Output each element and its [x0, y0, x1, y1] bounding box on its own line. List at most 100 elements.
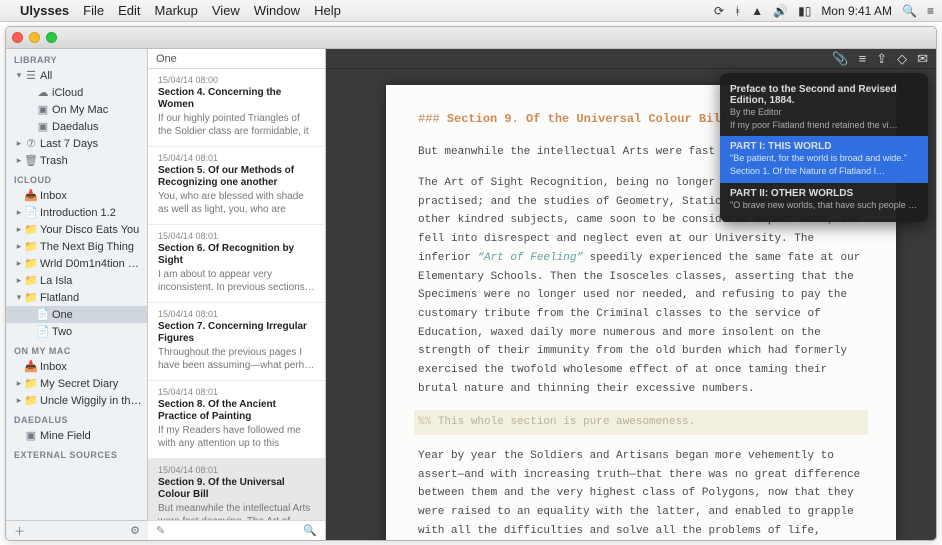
menu-window[interactable]: Window — [254, 3, 300, 18]
folder-icon: ▣ — [36, 120, 50, 133]
sidebar-item-label: iCloud — [52, 87, 143, 99]
popover-item[interactable]: PART II: OTHER WORLDS"O brave new worlds… — [720, 183, 928, 217]
sidebar-item[interactable]: ☁iCloud — [6, 84, 147, 101]
sheet-preview: If my Readers have followed me with any … — [158, 425, 315, 450]
sidebar-item[interactable]: 📄One — [6, 306, 147, 323]
sheet-item[interactable]: 15/04/14 08:01Section 6. Of Recognition … — [148, 225, 325, 303]
sheet-title: Section 8. Of the Ancient Practice of Pa… — [158, 399, 315, 423]
menu-help[interactable]: Help — [314, 3, 341, 18]
sheet-item[interactable]: 15/04/14 08:01Section 9. Of the Universa… — [148, 459, 325, 520]
spotlight-icon[interactable]: 🔍 — [902, 4, 917, 18]
sheet-item[interactable]: 15/04/14 08:01Section 5. Of our Methods … — [148, 147, 325, 225]
disclosure-icon[interactable]: ▸ — [14, 155, 24, 166]
bookmark-icon[interactable]: ◇ — [897, 51, 907, 67]
folder-icon: 📁 — [24, 377, 38, 390]
battery-icon[interactable]: ▮▯ — [798, 4, 811, 18]
notifications-icon[interactable]: ≡ — [927, 4, 934, 18]
disclosure-icon[interactable]: ▸ — [14, 241, 24, 252]
sidebar-item[interactable]: ▸📁The Next Big Thing — [6, 238, 147, 255]
sidebar-item-label: Mine Field — [40, 430, 143, 442]
disclosure-icon[interactable]: ▾ — [14, 292, 24, 303]
add-group-button[interactable]: ＋ — [14, 523, 25, 539]
sidebar-item[interactable]: ▸📁Your Disco Eats You — [6, 221, 147, 238]
popover-item-title: PART II: OTHER WORLDS — [730, 188, 918, 199]
sheet-list-header: One — [148, 49, 325, 69]
app-window: LIBRARY▾☰All☁iCloud▣On My Mac▣Daedalus▸⑦… — [5, 26, 937, 541]
sidebar-section-header: ON MY MAC — [6, 340, 147, 358]
menu-markup[interactable]: Markup — [155, 3, 198, 18]
disclosure-icon[interactable]: ▸ — [14, 138, 24, 149]
disclosure-icon[interactable]: ▸ — [14, 207, 24, 218]
sidebar-item[interactable]: ▸🗑Trash — [6, 152, 147, 169]
editor-pane: 📎 ≡ ⇪ ◇ ✉ ### Section 9. Of the Universa… — [326, 49, 936, 540]
sidebar-item[interactable]: 📄Two — [6, 323, 147, 340]
sidebar-item[interactable]: ▸⑦Last 7 Days — [6, 135, 147, 152]
sheet-date: 15/04/14 08:01 — [158, 387, 315, 397]
sidebar-item-label: Uncle Wiggily in the… — [40, 395, 143, 407]
folder-icon: ⑦ — [24, 137, 38, 150]
navigation-icon[interactable]: ≡ — [859, 51, 867, 66]
sidebar-item[interactable]: ▸📁My Secret Diary — [6, 375, 147, 392]
disclosure-icon[interactable]: ▾ — [14, 70, 24, 81]
popover-item[interactable]: Preface to the Second and Revised Editio… — [720, 79, 928, 136]
sidebar-item-label: Inbox — [40, 190, 143, 202]
sidebar-item[interactable]: ▸📁Wrld D0m1n4tion Blog — [6, 255, 147, 272]
sheet-date: 15/04/14 08:01 — [158, 153, 315, 163]
sidebar-item[interactable]: ▸📄Introduction 1.2 — [6, 204, 147, 221]
sidebar-item[interactable]: ▸📁La Isla — [6, 272, 147, 289]
sheet-item[interactable]: 15/04/14 08:01 Section 8. Of the Ancient … — [148, 381, 325, 459]
sidebar-item-label: Introduction 1.2 — [40, 207, 143, 219]
folder-icon: ▣ — [36, 103, 50, 116]
sidebar-item-label: Two — [52, 326, 143, 338]
sheet-date: 15/04/14 08:00 — [158, 75, 315, 85]
disclosure-icon[interactable]: ▸ — [14, 395, 24, 406]
menu-file[interactable]: File — [83, 3, 104, 18]
sidebar-item[interactable]: ▣Daedalus — [6, 118, 147, 135]
menu-edit[interactable]: Edit — [118, 3, 140, 18]
sidebar-item[interactable]: 📥Inbox — [6, 358, 147, 375]
attachments-icon[interactable]: 📎 — [832, 51, 848, 67]
bluetooth-icon[interactable]: ᚼ — [734, 4, 741, 18]
sidebar-item[interactable]: ▸📁Uncle Wiggily in the… — [6, 392, 147, 409]
disclosure-icon[interactable]: ▸ — [14, 258, 24, 269]
sidebar-item-label: Inbox — [40, 361, 143, 373]
sidebar-item-label: One — [52, 309, 143, 321]
disclosure-icon[interactable]: ▸ — [14, 275, 24, 286]
sidebar-item-label: On My Mac — [52, 104, 143, 116]
sidebar-settings-icon[interactable]: ⚙ — [130, 524, 140, 537]
sidebar-section-header: EXTERNAL SOURCES — [6, 444, 147, 462]
export-icon[interactable]: ✉ — [917, 51, 928, 67]
volume-icon[interactable]: 🔊 — [773, 4, 788, 18]
menu-view[interactable]: View — [212, 3, 240, 18]
sidebar-item-label: Flatland — [40, 292, 143, 304]
zoom-window-button[interactable] — [46, 32, 57, 43]
folder-icon: 📄 — [36, 308, 50, 321]
new-sheet-button[interactable]: ✎ — [156, 524, 165, 537]
sidebar-section-header: ICLOUD — [6, 169, 147, 187]
sidebar-item[interactable]: ▾📁Flatland — [6, 289, 147, 306]
sheet-list: One 15/04/14 08:00Section 4. Concerning … — [148, 49, 326, 540]
share-icon[interactable]: ⇪ — [876, 51, 887, 67]
sheet-preview: If our highly pointed Triangles of the S… — [158, 113, 315, 138]
popover-item[interactable]: PART I: THIS WORLD"Be patient, for the w… — [720, 136, 928, 182]
disclosure-icon[interactable]: ▸ — [14, 378, 24, 389]
sidebar-item[interactable]: ▣Mine Field — [6, 427, 147, 444]
sidebar-item[interactable]: 📥Inbox — [6, 187, 147, 204]
folder-icon: 📁 — [24, 257, 38, 270]
close-window-button[interactable] — [12, 32, 23, 43]
app-name[interactable]: Ulysses — [20, 3, 69, 18]
sheet-item[interactable]: 15/04/14 08:01Section 7. Concerning Irre… — [148, 303, 325, 381]
sheet-preview: But meanwhile the intellectual Arts were… — [158, 503, 315, 520]
sidebar-item[interactable]: ▣On My Mac — [6, 101, 147, 118]
search-sheets-button[interactable]: 🔍 — [303, 524, 317, 537]
sidebar-item[interactable]: ▾☰All — [6, 67, 147, 84]
sheet-item[interactable]: 15/04/14 08:00Section 4. Concerning the … — [148, 69, 325, 147]
menubar-clock[interactable]: Mon 9:41 AM — [821, 4, 892, 18]
minimize-window-button[interactable] — [29, 32, 40, 43]
disclosure-icon[interactable]: ▸ — [14, 224, 24, 235]
wifi-icon[interactable]: ▲ — [751, 4, 763, 18]
folder-icon: 📁 — [24, 240, 38, 253]
folder-icon: 📥 — [24, 360, 38, 373]
sidebar-item-label: My Secret Diary — [40, 378, 143, 390]
sync-icon[interactable]: ⟳ — [714, 4, 724, 18]
